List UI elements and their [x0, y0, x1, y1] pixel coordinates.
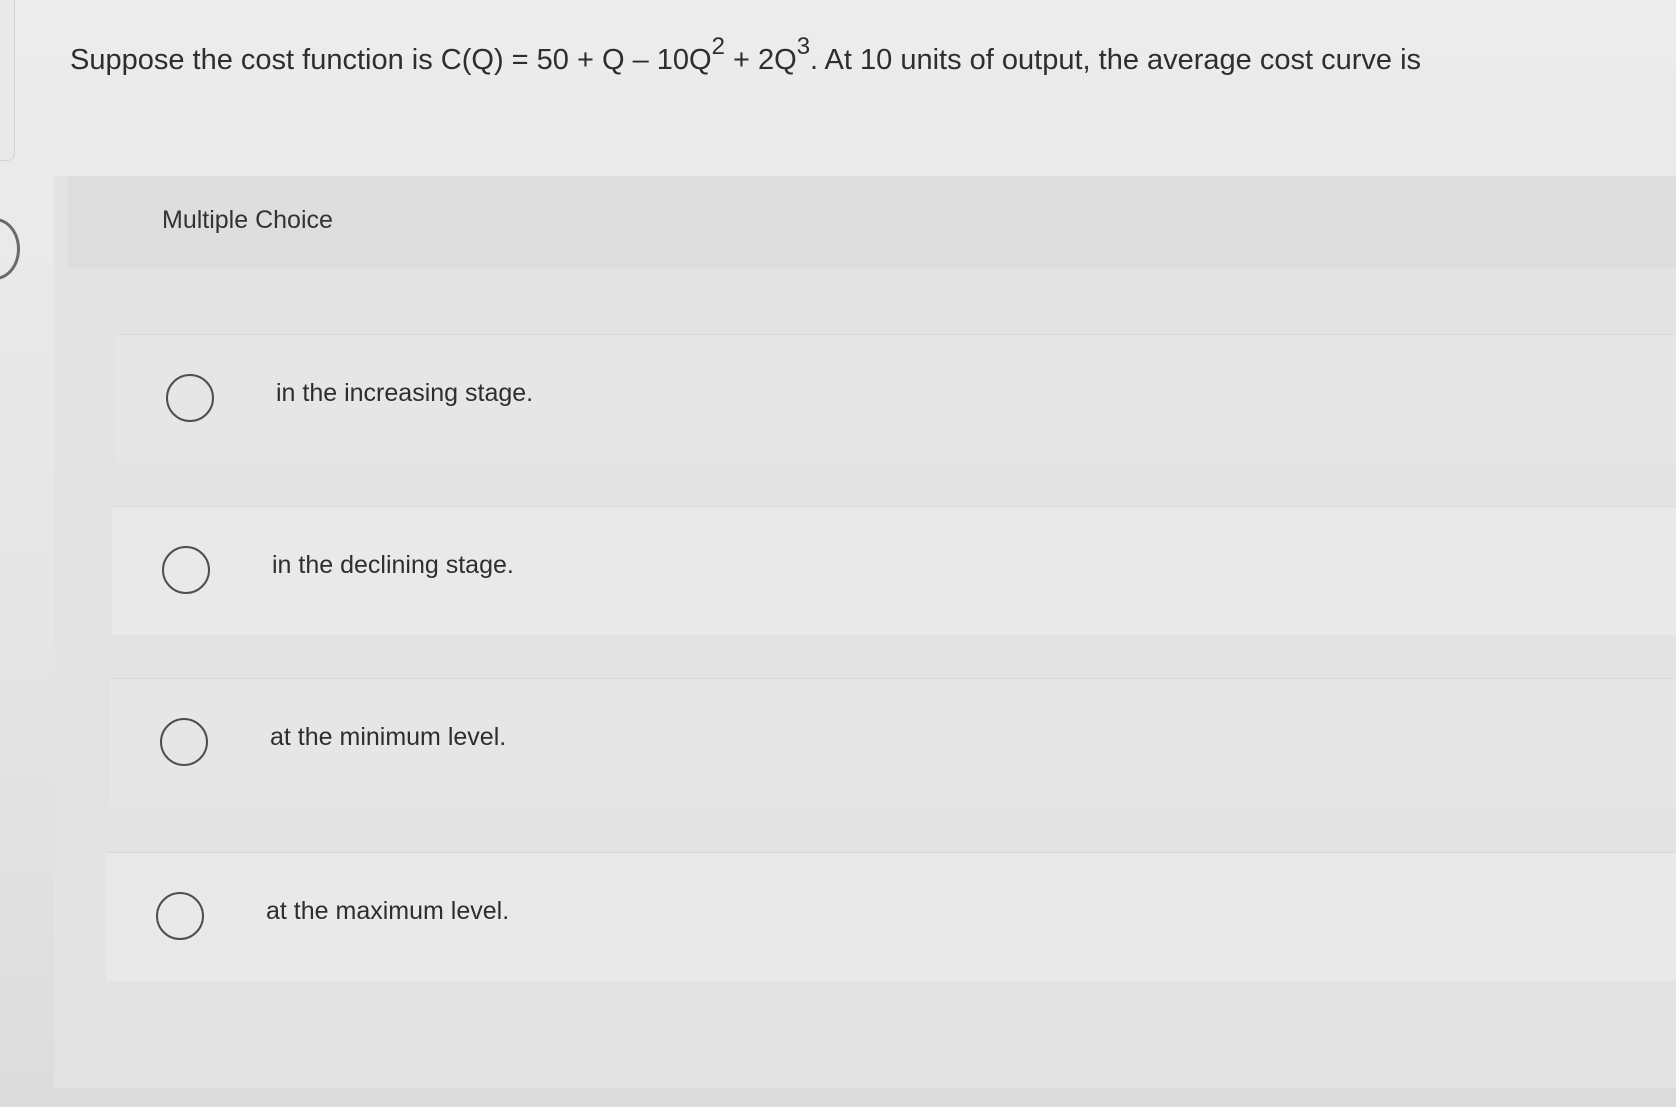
- question-prefix: Suppose the cost function is C(Q) = 50 +…: [70, 44, 712, 76]
- choice-option-4[interactable]: at the maximum level.: [106, 852, 1676, 981]
- question-middle: + 2Q: [724, 44, 797, 76]
- radio-button-icon[interactable]: [166, 374, 214, 422]
- choice-label: at the maximum level.: [266, 897, 510, 925]
- choice-label: in the declining stage.: [272, 551, 514, 579]
- choice-option-3[interactable]: at the minimum level.: [110, 678, 1676, 807]
- radio-button-icon[interactable]: [162, 546, 210, 594]
- question-exponent-2: 3: [796, 33, 811, 61]
- question-text: Suppose the cost function is C(Q) = 50 +…: [70, 30, 1630, 90]
- choice-label: at the minimum level.: [270, 723, 507, 751]
- multiple-choice-header: Multiple Choice: [68, 176, 1676, 268]
- choice-option-1[interactable]: in the increasing stage.: [116, 334, 1676, 463]
- question-exponent-1: 2: [711, 33, 725, 61]
- left-panel-edge: [0, 0, 15, 161]
- radio-button-icon[interactable]: [156, 892, 204, 940]
- scroll-indicator-icon: [0, 218, 20, 280]
- choice-option-2[interactable]: in the declining stage.: [112, 506, 1676, 635]
- radio-button-icon[interactable]: [160, 718, 208, 766]
- question-suffix: . At 10 units of output, the average cos…: [810, 44, 1422, 76]
- multiple-choice-panel: Multiple Choice in the increasing stage.…: [54, 176, 1676, 1088]
- choice-label: in the increasing stage.: [276, 379, 534, 407]
- multiple-choice-label: Multiple Choice: [162, 206, 333, 234]
